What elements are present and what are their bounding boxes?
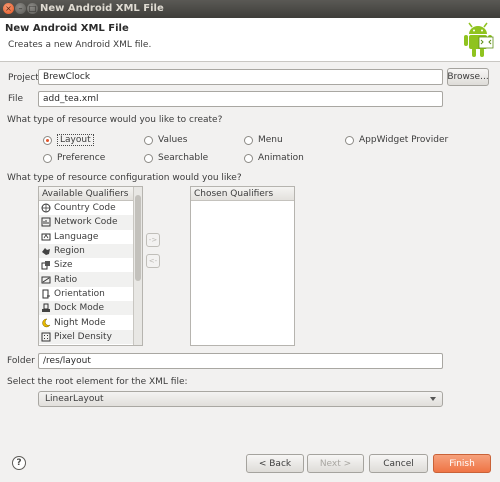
radio-searchable-dot[interactable] bbox=[144, 153, 153, 163]
size-icon bbox=[41, 261, 50, 270]
list-item[interactable]: Dock Mode bbox=[39, 301, 142, 316]
list-item-label: Dock Mode bbox=[54, 303, 104, 314]
list-item[interactable]: Ratio bbox=[39, 272, 142, 287]
orientation-icon bbox=[42, 289, 50, 299]
minimize-window-button[interactable]: – bbox=[15, 3, 26, 14]
resource-type-prompt: What type of resource would you like to … bbox=[7, 115, 223, 125]
radio-preference-label: Preference bbox=[57, 153, 106, 163]
root-element-combo[interactable]: LinearLayout bbox=[38, 391, 443, 407]
chosen-qualifiers-list[interactable]: Chosen Qualifiers bbox=[190, 186, 295, 346]
radio-searchable[interactable]: Searchable bbox=[144, 152, 208, 164]
radio-appwidget-label: AppWidget Provider bbox=[359, 135, 449, 145]
radio-menu[interactable]: Menu bbox=[244, 134, 283, 146]
add-qualifier-button[interactable]: -> bbox=[146, 233, 160, 247]
list-item[interactable]: Pixel Density bbox=[39, 329, 142, 344]
radio-animation[interactable]: Animation bbox=[244, 152, 304, 164]
list-item-label: Network Code bbox=[54, 217, 118, 228]
radio-layout-dot[interactable] bbox=[43, 135, 52, 145]
window-title: New Android XML File bbox=[40, 3, 164, 14]
radio-animation-label: Animation bbox=[258, 153, 304, 163]
radio-values[interactable]: Values bbox=[144, 134, 187, 146]
radio-layout[interactable]: Layout bbox=[43, 134, 94, 146]
list-item[interactable]: Language bbox=[39, 230, 142, 244]
list-item[interactable]: Night Mode bbox=[39, 315, 142, 329]
project-field[interactable]: BrewClock bbox=[38, 69, 443, 85]
scrollbar-thumb[interactable] bbox=[135, 195, 141, 281]
radio-preference[interactable]: Preference bbox=[43, 152, 105, 164]
remove-qualifier-button[interactable]: <- bbox=[146, 254, 160, 268]
night-icon bbox=[42, 318, 51, 327]
radio-appwidget-provider[interactable]: AppWidget Provider bbox=[345, 134, 448, 146]
density-icon bbox=[41, 332, 51, 342]
available-qualifiers-scrollbar[interactable] bbox=[133, 187, 142, 345]
radio-searchable-label: Searchable bbox=[158, 153, 209, 163]
globe-icon bbox=[41, 203, 51, 213]
file-field[interactable]: add_tea.xml bbox=[38, 91, 443, 107]
list-item[interactable]: Orientation bbox=[39, 287, 142, 301]
window-titlebar: × – □ New Android XML File bbox=[0, 0, 500, 18]
help-icon[interactable]: ? bbox=[12, 456, 26, 470]
list-item-label: Country Code bbox=[54, 203, 116, 214]
dock-icon bbox=[42, 303, 50, 313]
radio-menu-dot[interactable] bbox=[244, 135, 253, 145]
list-item-label: Size bbox=[54, 260, 73, 271]
radio-values-label: Values bbox=[158, 135, 188, 145]
root-element-value: LinearLayout bbox=[45, 394, 104, 404]
list-item-label: Ratio bbox=[54, 274, 78, 285]
chosen-qualifiers-header: Chosen Qualifiers bbox=[191, 187, 294, 201]
list-item-label: Region bbox=[54, 246, 85, 257]
maximize-window-button[interactable]: □ bbox=[27, 3, 38, 14]
radio-preference-dot[interactable] bbox=[43, 153, 52, 163]
wizard-header: New Android XML File Creates a new Andro… bbox=[0, 18, 500, 62]
list-item[interactable]: Country Code bbox=[39, 201, 142, 215]
chevron-down-icon bbox=[430, 397, 436, 401]
region-icon bbox=[42, 248, 50, 256]
root-element-prompt: Select the root element for the XML file… bbox=[7, 377, 188, 387]
close-window-button[interactable]: × bbox=[3, 3, 14, 14]
radio-menu-label: Menu bbox=[258, 135, 283, 145]
list-item[interactable]: Network Code bbox=[39, 215, 142, 230]
list-item[interactable]: Region bbox=[39, 243, 142, 259]
list-item[interactable]: Size bbox=[39, 258, 142, 272]
list-item-label: Orientation bbox=[54, 288, 105, 299]
qualifiers-prompt: What type of resource configuration woul… bbox=[7, 173, 242, 183]
cancel-button[interactable]: Cancel bbox=[369, 454, 428, 473]
list-item-label: Pixel Density bbox=[54, 331, 112, 342]
folder-field[interactable]: /res/layout bbox=[38, 353, 443, 369]
radio-appwidget-dot[interactable] bbox=[345, 135, 354, 145]
available-qualifiers-items: Country Code Network Code Language Regio… bbox=[39, 201, 142, 344]
page-title: New Android XML File bbox=[5, 23, 129, 34]
radio-animation-dot[interactable] bbox=[244, 153, 253, 163]
radio-values-dot[interactable] bbox=[144, 135, 153, 145]
browse-button[interactable]: Browse... bbox=[447, 68, 489, 86]
file-label: File bbox=[8, 94, 24, 104]
list-item-label: Language bbox=[54, 231, 99, 242]
android-robot-icon bbox=[464, 22, 494, 57]
folder-label: Folder bbox=[7, 356, 35, 366]
ratio-icon bbox=[41, 276, 51, 284]
list-item-label: Night Mode bbox=[54, 317, 106, 328]
language-icon bbox=[41, 233, 51, 241]
next-button[interactable]: Next > bbox=[307, 454, 364, 473]
page-description: Creates a new Android XML file. bbox=[8, 40, 152, 50]
finish-button[interactable]: Finish bbox=[433, 454, 491, 473]
available-qualifiers-list[interactable]: Available Qualifiers Country Code Networ… bbox=[38, 186, 143, 346]
radio-layout-label: Layout bbox=[57, 134, 94, 146]
project-label: Project bbox=[8, 73, 39, 83]
available-qualifiers-header: Available Qualifiers bbox=[39, 187, 142, 201]
back-button[interactable]: < Back bbox=[246, 454, 304, 473]
network-icon bbox=[41, 217, 51, 227]
